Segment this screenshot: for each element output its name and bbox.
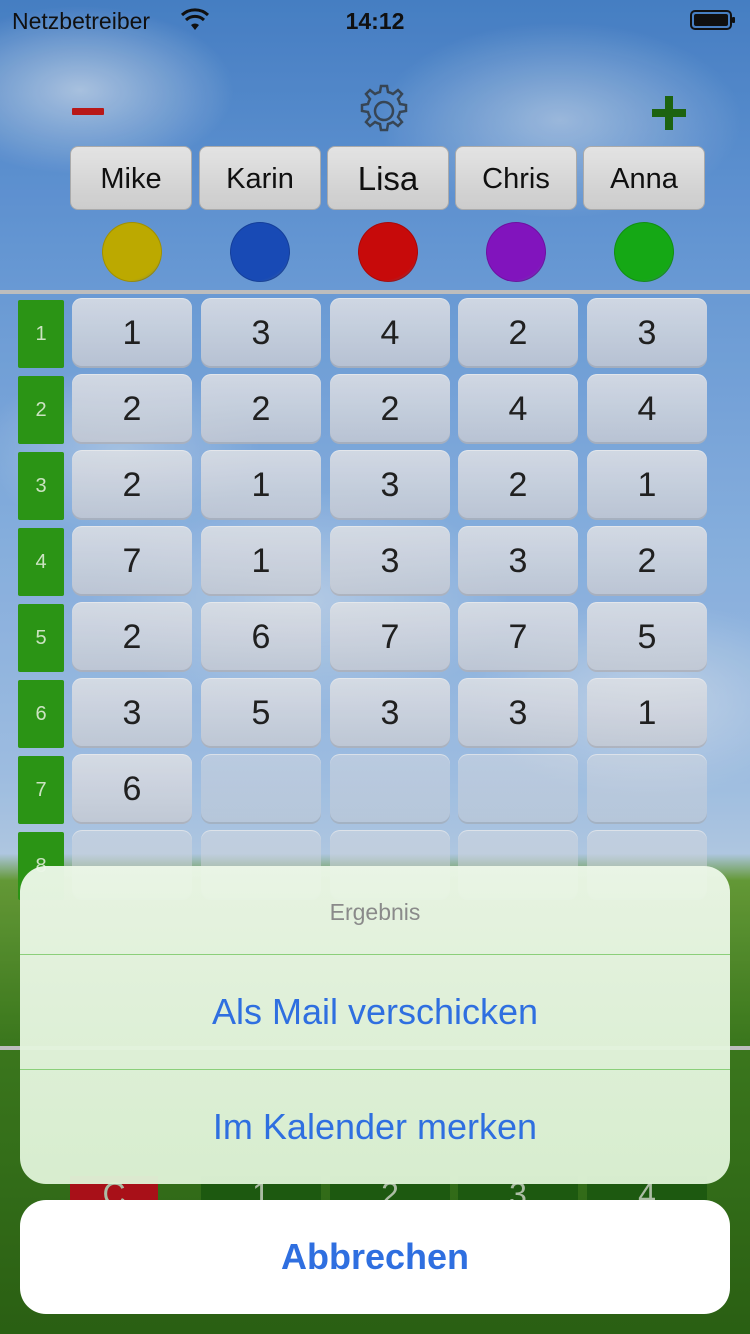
cancel-button[interactable]: Abbrechen	[20, 1200, 730, 1314]
send-mail-button[interactable]: Als Mail verschicken	[20, 955, 730, 1069]
action-sheet: Ergebnis Als Mail verschicken Im Kalende…	[20, 866, 730, 1184]
calendar-button[interactable]: Im Kalender merken	[20, 1070, 730, 1184]
action-sheet-title: Ergebnis	[329, 899, 421, 925]
